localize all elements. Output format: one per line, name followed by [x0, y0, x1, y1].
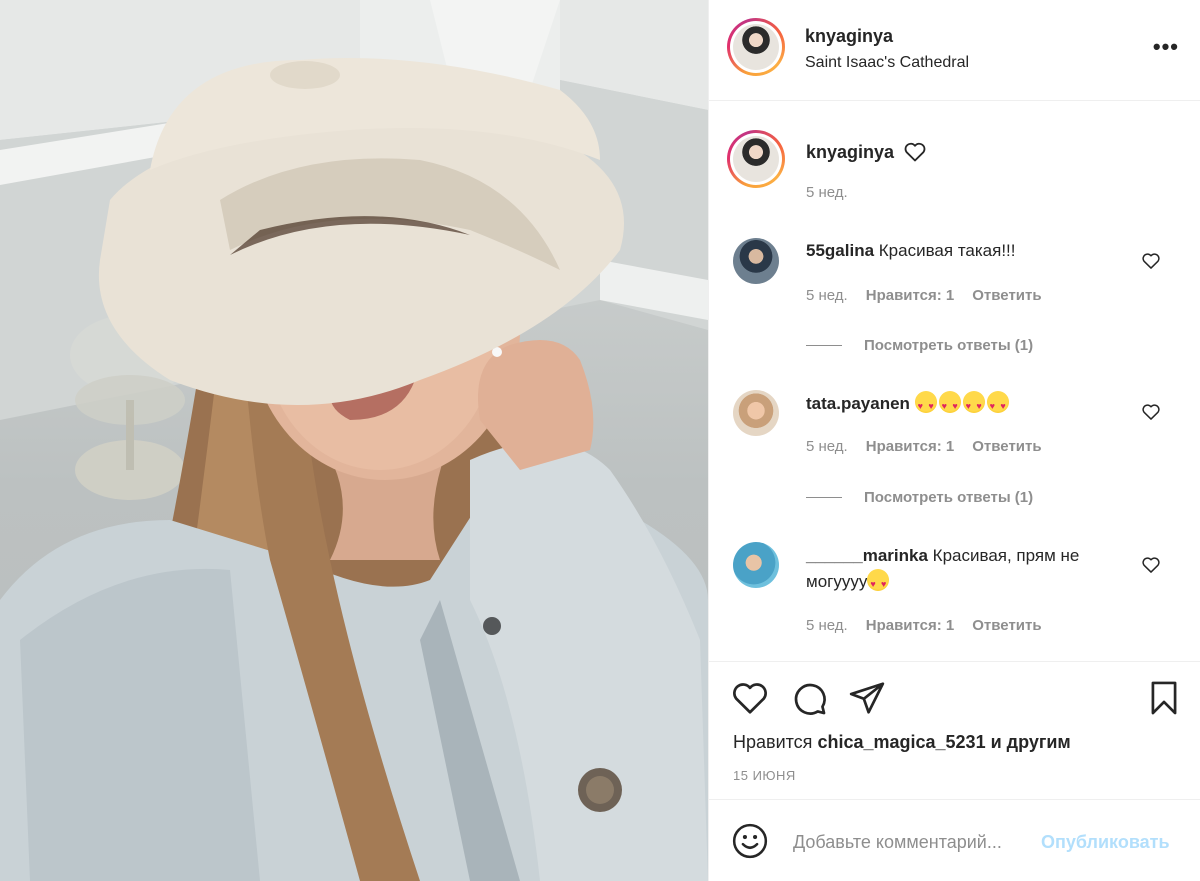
comment-time[interactable]: 5 нед.	[806, 287, 848, 304]
comment-time[interactable]: 5 нед.	[806, 617, 848, 634]
post-date[interactable]: 15 ИЮНЯ	[733, 768, 796, 783]
heart-eyes-emoji	[962, 391, 985, 419]
publish-button[interactable]: Опубликовать	[1041, 832, 1170, 853]
heart-icon[interactable]	[731, 679, 769, 717]
likes-user-link[interactable]: chica_magica_5231	[817, 732, 985, 752]
comment-avatar[interactable]	[733, 390, 779, 436]
view-replies-button[interactable]: Посмотреть ответы (1)	[806, 337, 1033, 354]
instagram-post: knyaginya Saint Isaac's Cathedral ••• kn…	[0, 0, 1200, 881]
comment-username[interactable]: 55galina	[806, 241, 874, 260]
comment-icon[interactable]	[790, 679, 828, 717]
author-avatar[interactable]	[727, 18, 785, 76]
view-replies-label: Посмотреть ответы (1)	[864, 337, 1034, 354]
view-replies-button[interactable]: Посмотреть ответы (1)	[806, 489, 1033, 506]
comment-likes[interactable]: Нравится: 1	[866, 287, 955, 304]
view-replies-label: Посмотреть ответы (1)	[864, 489, 1034, 506]
post-location[interactable]: Saint Isaac's Cathedral	[805, 54, 969, 72]
comment-emoji-row	[914, 391, 1011, 419]
heart-eyes-emoji	[938, 391, 961, 419]
comment-username[interactable]: ______marinka	[806, 546, 928, 565]
comment-avatar[interactable]	[733, 542, 779, 588]
comment-text: tata.payanen	[806, 391, 1136, 419]
likes-others-link[interactable]: и другим	[991, 732, 1071, 752]
comment-meta: 5 нед. Нравится: 1 Ответить	[806, 438, 1042, 455]
post-photo[interactable]	[0, 0, 708, 881]
caption-author-username[interactable]: knyaginya	[806, 142, 894, 163]
more-options-icon[interactable]: •••	[1153, 34, 1179, 60]
verified-heart-icon	[904, 142, 926, 162]
comment-likes[interactable]: Нравится: 1	[866, 438, 955, 455]
comment-text: ______marinka Красивая, прям не могуууу	[806, 543, 1136, 597]
comment-like-icon[interactable]	[1141, 555, 1161, 575]
comment-meta: 5 нед. Нравится: 1 Ответить	[806, 287, 1042, 304]
likes-prefix: Нравится	[733, 732, 813, 752]
comment-username[interactable]: tata.payanen	[806, 394, 910, 413]
caption-author-avatar[interactable]	[727, 130, 785, 188]
add-comment-bar: Добавьте комментарий... Опубликовать	[709, 799, 1200, 881]
heart-eyes-emoji	[914, 391, 937, 419]
comment-reply-button[interactable]: Ответить	[972, 438, 1041, 455]
action-bar: Нравится chica_magica_5231 и другим 15 И…	[709, 661, 1200, 799]
author-username[interactable]: knyaginya	[805, 26, 893, 47]
post-header: knyaginya Saint Isaac's Cathedral •••	[709, 0, 1200, 101]
paper-plane-icon[interactable]	[848, 679, 886, 717]
heart-eyes-emoji	[867, 569, 890, 597]
caption-time[interactable]: 5 нед.	[806, 184, 848, 201]
comment-reply-button[interactable]: Ответить	[972, 287, 1041, 304]
comment-body: Красивая такая!!!	[878, 241, 1016, 260]
heart-eyes-emoji	[986, 391, 1009, 419]
comment-like-icon[interactable]	[1141, 251, 1161, 271]
comment-avatar[interactable]	[733, 238, 779, 284]
comment-input[interactable]: Добавьте комментарий...	[793, 832, 1002, 853]
smiley-icon[interactable]	[731, 822, 769, 860]
comment-likes[interactable]: Нравится: 1	[866, 617, 955, 634]
selfie-image	[0, 0, 708, 881]
comment-reply-button[interactable]: Ответить	[972, 617, 1041, 634]
comment-time[interactable]: 5 нед.	[806, 438, 848, 455]
comment-like-icon[interactable]	[1141, 402, 1161, 422]
likes-summary: Нравится chica_magica_5231 и другим	[733, 732, 1071, 753]
bookmark-icon[interactable]	[1145, 679, 1183, 717]
comment-meta: 5 нед. Нравится: 1 Ответить	[806, 617, 1042, 634]
comment-text: 55galina Красивая такая!!!	[806, 238, 1136, 264]
post-sidebar: knyaginya Saint Isaac's Cathedral ••• kn…	[708, 0, 1200, 881]
